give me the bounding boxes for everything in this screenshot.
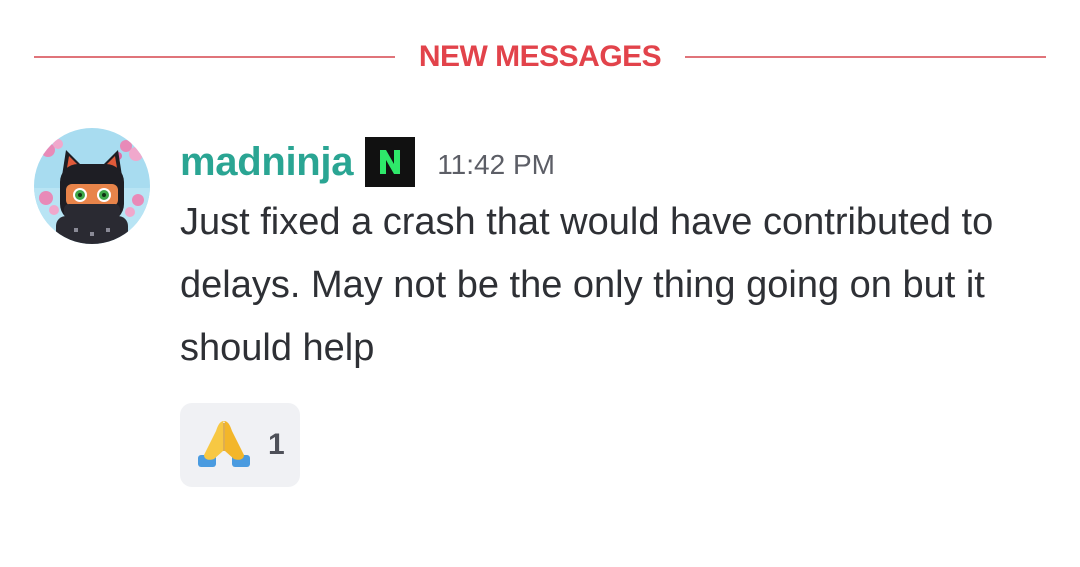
message-header: madninja 11:42 PM bbox=[180, 130, 1040, 194]
reaction-count: 1 bbox=[268, 428, 285, 461]
n-badge-icon[interactable] bbox=[365, 137, 416, 187]
message-text: Just fixed a crash that would have contr… bbox=[180, 201, 994, 369]
message-content: madninja 11:42 PM Just fixed a crash tha… bbox=[180, 128, 1040, 487]
message-timestamp[interactable]: 11:42 PM bbox=[437, 149, 555, 181]
new-messages-label: NEW MESSAGES bbox=[418, 40, 662, 73]
chat-view: NEW MESSAGES madninja 11:42 PM Just fixe… bbox=[0, 0, 1080, 567]
divider-line-left bbox=[34, 56, 395, 58]
username[interactable]: madninja bbox=[180, 140, 353, 185]
ninja-cat-avatar-icon[interactable] bbox=[34, 128, 150, 244]
folded-hands-emoji-icon bbox=[194, 417, 254, 474]
reaction-button[interactable]: 1 bbox=[180, 403, 300, 487]
new-messages-divider: NEW MESSAGES bbox=[34, 38, 1046, 76]
divider-line-right bbox=[685, 56, 1046, 58]
